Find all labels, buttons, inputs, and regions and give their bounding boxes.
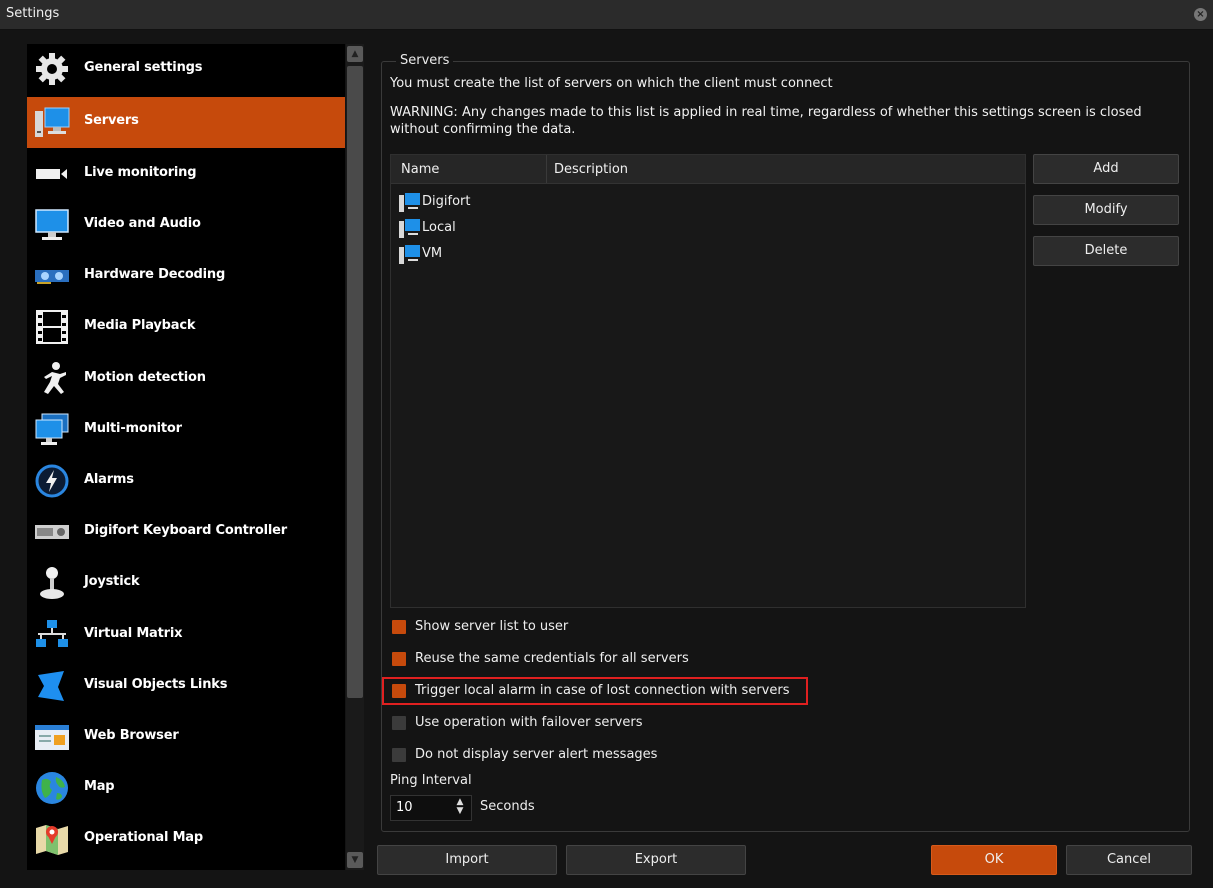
close-icon[interactable]: × bbox=[1194, 8, 1207, 21]
column-header-name[interactable]: Name bbox=[401, 162, 439, 177]
joystick-icon bbox=[40, 567, 64, 599]
sidebar-item-label: General settings bbox=[84, 60, 203, 75]
window-title: Settings bbox=[6, 6, 60, 21]
server-name: VM bbox=[422, 246, 443, 261]
checkbox-label: Use operation with failover servers bbox=[415, 715, 643, 730]
sidebar-item-label: Multi-monitor bbox=[84, 421, 182, 436]
multi-monitor-icon bbox=[35, 413, 69, 445]
sidebar-item-web-browser[interactable]: Web Browser bbox=[27, 712, 345, 763]
sidebar-item-media-playback[interactable]: Media Playback bbox=[27, 302, 345, 353]
servers-info-text: You must create the list of servers on w… bbox=[390, 76, 833, 91]
shield-icon bbox=[38, 671, 64, 701]
servers-warning-line-1: WARNING: Any changes made to this list i… bbox=[390, 105, 1142, 120]
sidebar-item-label: Alarms bbox=[84, 472, 134, 487]
running-man-icon bbox=[44, 362, 66, 394]
sidebar-item-label: Live monitoring bbox=[84, 165, 197, 180]
scroll-up-icon[interactable]: ▲ bbox=[347, 46, 363, 62]
sidebar-item-label: Virtual Matrix bbox=[84, 626, 183, 641]
servers-group-title: Servers bbox=[396, 53, 454, 68]
highlight-box bbox=[382, 677, 808, 705]
sidebar-item-general-settings[interactable]: General settings bbox=[27, 44, 345, 95]
sidebar-item-label: Servers bbox=[84, 113, 139, 128]
sidebar-scrollbar[interactable]: ▲ ▼ bbox=[346, 44, 364, 870]
spinner-arrows-icon[interactable]: ▲ ▼ bbox=[451, 798, 469, 817]
film-icon bbox=[36, 310, 68, 344]
checkbox-box[interactable] bbox=[392, 748, 406, 762]
sidebar-item-live-monitoring[interactable]: Live monitoring bbox=[27, 149, 345, 200]
lightning-icon bbox=[35, 464, 69, 498]
server-icon bbox=[35, 107, 70, 137]
server-name: Local bbox=[422, 220, 456, 235]
sidebar-item-digifort-keyboard-controller[interactable]: Digifort Keyboard Controller bbox=[27, 507, 345, 558]
ping-interval-spinner[interactable]: 10 ▲ ▼ bbox=[390, 795, 472, 821]
gpu-card-icon bbox=[35, 270, 69, 284]
camera-icon bbox=[36, 169, 67, 179]
sidebar-item-label: Web Browser bbox=[84, 728, 179, 743]
sidebar-item-label: Video and Audio bbox=[84, 216, 201, 231]
sidebar-item-servers[interactable]: Servers bbox=[27, 97, 345, 148]
ping-interval-value[interactable]: 10 bbox=[396, 800, 413, 815]
checkbox-label: Show server list to user bbox=[415, 619, 569, 634]
ping-interval-label: Ping Interval bbox=[390, 773, 472, 788]
import-button[interactable]: Import bbox=[377, 845, 557, 875]
sidebar-item-operational-map[interactable]: Operational Map bbox=[27, 814, 345, 865]
add-button[interactable]: Add bbox=[1033, 154, 1179, 184]
settings-sidebar: General settings Servers Live monitoring… bbox=[27, 44, 345, 870]
delete-button[interactable]: Delete bbox=[1033, 236, 1179, 266]
sidebar-item-label: Joystick bbox=[84, 574, 140, 589]
map-pin-icon bbox=[36, 825, 68, 855]
sidebar-item-joystick[interactable]: Joystick bbox=[27, 558, 345, 609]
checkbox-box[interactable] bbox=[392, 652, 406, 666]
sidebar-item-label: Digifort Keyboard Controller bbox=[84, 523, 287, 538]
server-icon bbox=[399, 193, 420, 212]
ping-interval-unit: Seconds bbox=[480, 799, 535, 814]
ok-button[interactable]: OK bbox=[931, 845, 1057, 875]
sidebar-item-hardware-decoding[interactable]: Hardware Decoding bbox=[27, 251, 345, 302]
scroll-down-icon[interactable]: ▼ bbox=[347, 852, 363, 868]
checkbox-label: Reuse the same credentials for all serve… bbox=[415, 651, 689, 666]
checkbox-box[interactable] bbox=[392, 716, 406, 730]
browser-window-icon bbox=[35, 725, 69, 750]
sidebar-item-motion-detection[interactable]: Motion detection bbox=[27, 354, 345, 405]
sidebar-item-label: Motion detection bbox=[84, 370, 206, 385]
scrollbar-thumb[interactable] bbox=[347, 66, 363, 698]
sidebar-item-multi-monitor[interactable]: Multi-monitor bbox=[27, 405, 345, 456]
cancel-button[interactable]: Cancel bbox=[1066, 845, 1192, 875]
keyboard-controller-icon bbox=[35, 525, 69, 539]
checkbox-box[interactable] bbox=[392, 620, 406, 634]
sidebar-item-video-and-audio[interactable]: Video and Audio bbox=[27, 200, 345, 251]
globe-icon bbox=[36, 772, 68, 804]
monitor-icon bbox=[35, 209, 69, 240]
server-icon bbox=[399, 219, 420, 238]
server-list-header: Name Description bbox=[391, 155, 1025, 184]
modify-button[interactable]: Modify bbox=[1033, 195, 1179, 225]
sidebar-item-label: Operational Map bbox=[84, 830, 203, 845]
sidebar-item-alarms[interactable]: Alarms bbox=[27, 456, 345, 507]
title-bar: Settings × bbox=[0, 0, 1213, 30]
sidebar-item-label: Hardware Decoding bbox=[84, 267, 226, 282]
server-name: Digifort bbox=[422, 194, 471, 209]
sidebar-item-map[interactable]: Map bbox=[27, 763, 345, 814]
sidebar-item-label: Media Playback bbox=[84, 318, 196, 333]
export-button[interactable]: Export bbox=[566, 845, 746, 875]
sidebar-item-label: Visual Objects Links bbox=[84, 677, 228, 692]
column-header-description[interactable]: Description bbox=[554, 162, 628, 177]
network-icon bbox=[36, 620, 68, 647]
server-list[interactable]: Name Description Digifort Local VM bbox=[390, 154, 1026, 608]
sidebar-item-virtual-matrix[interactable]: Virtual Matrix bbox=[27, 610, 345, 661]
server-icon bbox=[399, 245, 420, 264]
column-divider[interactable] bbox=[546, 155, 547, 183]
gear-icon bbox=[36, 53, 68, 85]
checkbox-label: Do not display server alert messages bbox=[415, 747, 658, 762]
sidebar-item-visual-objects-links[interactable]: Visual Objects Links bbox=[27, 661, 345, 712]
sidebar-item-label: Map bbox=[84, 779, 115, 794]
servers-warning-line-2: without confirming the data. bbox=[390, 122, 576, 137]
